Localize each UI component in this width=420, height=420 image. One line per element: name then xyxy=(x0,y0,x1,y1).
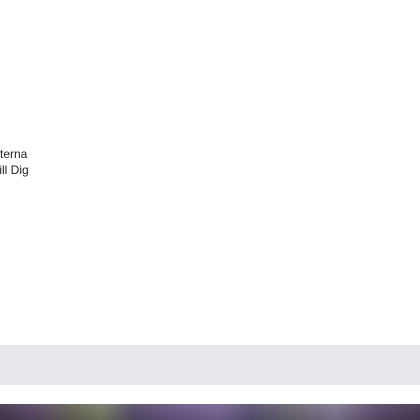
text-block: terna till Dig xyxy=(0,146,29,178)
footer-band xyxy=(0,345,420,385)
main-content: terna till Dig xyxy=(0,0,420,345)
text-line-1: terna xyxy=(0,147,28,161)
text-line-2: till Dig xyxy=(0,163,29,177)
photo-banner xyxy=(0,404,420,420)
divider-gap xyxy=(0,385,420,404)
